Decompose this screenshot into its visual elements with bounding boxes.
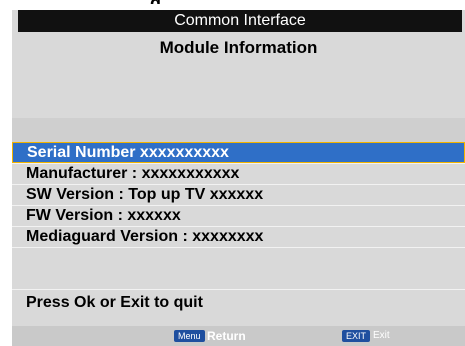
title-bar: Common Interface (18, 10, 462, 32)
sw-version-row[interactable]: SW Version : Top up TV xxxxxx (12, 184, 465, 205)
mediaguard-version-label: Mediaguard Version : xxxxxxxx (26, 228, 264, 245)
footer-bar: Menu Return EXIT Exit (12, 326, 465, 346)
info-spacer (12, 118, 465, 142)
exit-label: Exit (373, 330, 390, 341)
mediaguard-version-row[interactable]: Mediaguard Version : xxxxxxxx (12, 226, 465, 247)
top-cut-text: g (150, 0, 161, 4)
empty-row (12, 247, 465, 289)
serial-number-label: Serial Number xxxxxxxxxx (27, 144, 229, 161)
exit-key-badge[interactable]: EXIT (342, 330, 371, 342)
press-ok-exit-label: Press Ok or Exit to quit (26, 294, 203, 311)
sw-version-label: SW Version : Top up TV xxxxxx (26, 186, 264, 203)
manufacturer-label: Manufacturer : xxxxxxxxxxx (26, 165, 240, 182)
common-interface-panel: Common Interface Module Information Seri… (12, 10, 465, 346)
menu-key-badge[interactable]: Menu (174, 330, 205, 342)
fw-version-row[interactable]: FW Version : xxxxxx (12, 205, 465, 226)
module-info-subtitle: Module Information (159, 38, 318, 57)
fw-version-label: FW Version : xxxxxx (26, 207, 181, 224)
manufacturer-row[interactable]: Manufacturer : xxxxxxxxxxx (12, 163, 465, 184)
serial-number-row[interactable]: Serial Number xxxxxxxxxx (12, 142, 465, 163)
press-ok-exit-row: Press Ok or Exit to quit (12, 289, 465, 315)
menu-return-label: Return (207, 329, 246, 343)
